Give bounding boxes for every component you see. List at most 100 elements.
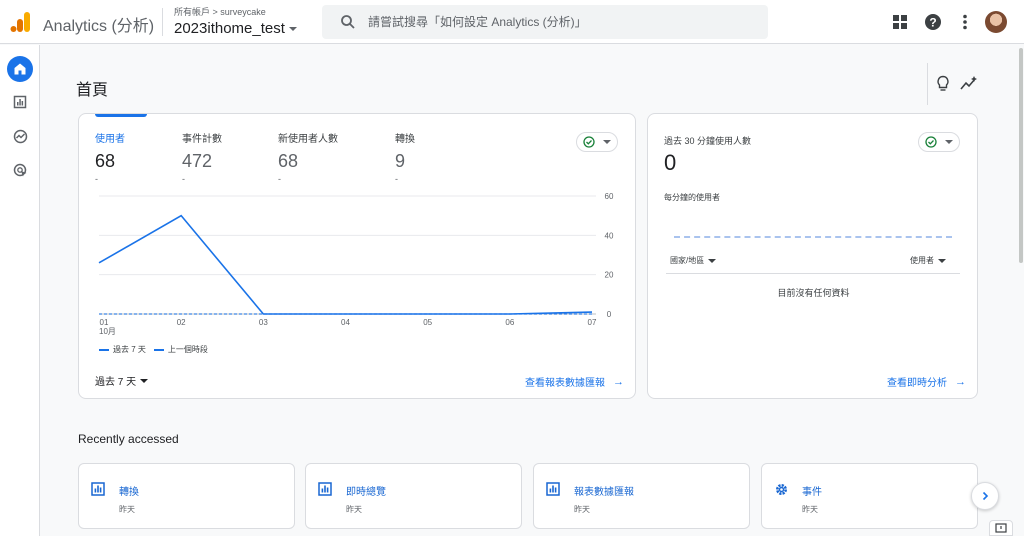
metric-delta: -	[95, 174, 98, 184]
page-title: 首頁	[76, 82, 109, 99]
metric-users[interactable]: 使用者 68 -	[95, 130, 125, 184]
y-tick-label: 60	[605, 192, 614, 201]
realtime-value: 0	[664, 150, 677, 175]
feedback-icon	[995, 523, 1007, 533]
lightbulb-icon[interactable]	[935, 75, 951, 93]
metric-value: 68	[95, 151, 116, 171]
report-icon	[318, 482, 332, 496]
link-label: 查看報表數據匯報	[525, 378, 605, 389]
metric-value: 68	[278, 151, 299, 171]
y-tick-label: 0	[607, 310, 612, 319]
x-tick-label: 02	[177, 318, 186, 327]
chart-legend: 過去 7 天 上一個時段	[99, 344, 208, 355]
empty-state-text: 目前沒有任何資料	[777, 288, 850, 298]
data-quality-button[interactable]	[576, 132, 618, 152]
metric-label: 使用者	[95, 134, 125, 145]
overview-card: 使用者 68 - 事件計數 472 - 新使用者人數 68 - 轉換 9 - 0…	[78, 113, 636, 399]
metric-label: 轉換	[395, 134, 415, 145]
carousel-next-button[interactable]	[971, 482, 999, 510]
chevron-down-icon	[945, 140, 953, 144]
svg-text:?: ?	[929, 16, 936, 30]
legend-label-previous: 上一個時段	[167, 345, 208, 354]
recent-item-conversions[interactable]: 轉換 昨天	[78, 463, 295, 529]
column-label: 國家/地區	[670, 256, 705, 265]
gear-icon	[776, 484, 787, 495]
app-title: Analytics (分析)	[43, 18, 155, 35]
chevron-down-icon	[288, 26, 297, 31]
recent-item-label: 報表數據匯報	[574, 487, 634, 498]
scrollbar[interactable]	[1019, 48, 1023, 263]
x-tick-label: 01	[100, 318, 109, 327]
selected-tab-indicator	[95, 114, 147, 117]
recent-item-realtime[interactable]: 即時總覽 昨天	[305, 463, 522, 529]
arrow-right-icon: →	[613, 375, 624, 388]
recent-item-time: 昨天	[346, 505, 362, 514]
recent-item-label: 事件	[802, 487, 822, 498]
chevron-down-icon	[603, 140, 611, 144]
x-tick-label: 04	[341, 318, 350, 327]
column-label: 使用者	[910, 256, 934, 265]
metric-event-count[interactable]: 事件計數 472 -	[182, 130, 222, 184]
help-icon[interactable]: ?	[923, 12, 943, 32]
check-circle-icon	[925, 136, 937, 148]
top-bar: Analytics (分析) 所有帳戶 > surveycake 2023ith…	[0, 0, 1024, 44]
avatar[interactable]	[985, 11, 1007, 33]
view-reports-link[interactable]: 查看報表數據匯報 →	[525, 374, 624, 390]
data-quality-button[interactable]	[918, 132, 960, 152]
report-icon	[91, 482, 105, 496]
users-column-header[interactable]: 使用者	[910, 255, 946, 266]
x-tick-label: 05	[423, 318, 432, 327]
date-range-label: 過去 7 天	[95, 377, 137, 388]
country-column-header[interactable]: 國家/地區	[670, 255, 717, 266]
legend-label-current: 過去 7 天	[113, 345, 146, 354]
home-icon	[14, 63, 26, 75]
report-icon	[546, 482, 560, 496]
x-axis-month-label: 10月	[99, 327, 116, 336]
metric-conversions[interactable]: 轉換 9 -	[395, 130, 415, 184]
more-vert-icon[interactable]	[955, 12, 975, 32]
left-nav	[0, 45, 40, 536]
recent-item-time: 昨天	[802, 505, 818, 514]
x-tick-label: 03	[259, 318, 268, 327]
feedback-button[interactable]	[989, 520, 1013, 536]
recent-item-label: 轉換	[119, 487, 139, 498]
search-bar[interactable]	[322, 5, 768, 39]
metric-label: 新使用者人數	[278, 134, 338, 145]
recent-item-reports-snapshot[interactable]: 報表數據匯報 昨天	[533, 463, 750, 529]
nav-home[interactable]	[7, 56, 33, 82]
check-circle-icon	[583, 136, 595, 148]
date-range-dropdown[interactable]: 過去 7 天	[95, 373, 149, 388]
y-tick-label: 20	[605, 271, 614, 280]
nav-advertising[interactable]	[7, 157, 33, 183]
divider	[162, 8, 163, 36]
chevron-down-icon	[708, 258, 717, 263]
chevron-down-icon	[938, 258, 946, 263]
account-selector[interactable]: 所有帳戶 > surveycake 2023ithome_test	[174, 5, 297, 37]
divider	[666, 273, 960, 274]
metric-label: 事件計數	[182, 134, 222, 145]
series-line-current	[98, 214, 593, 315]
realtime-table-header: 國家/地區 使用者	[670, 255, 946, 266]
recently-accessed-title: Recently accessed	[78, 432, 179, 446]
analytics-logo-icon[interactable]	[10, 11, 32, 33]
apps-grid-icon[interactable]	[890, 12, 910, 32]
recent-item-events[interactable]: 事件 昨天	[761, 463, 978, 529]
recent-item-time: 昨天	[119, 505, 135, 514]
x-tick-label: 06	[505, 318, 514, 327]
account-breadcrumb: 所有帳戶 > surveycake	[174, 7, 266, 17]
nav-reports[interactable]	[7, 89, 33, 115]
insights-icon[interactable]	[960, 76, 978, 92]
recent-item-time: 昨天	[574, 505, 590, 514]
property-picker[interactable]: 2023ithome_test	[174, 20, 297, 37]
bar-chart-icon	[13, 95, 27, 109]
realtime-title: 過去 30 分鐘使用人數	[664, 136, 752, 146]
metric-delta: -	[182, 174, 185, 184]
link-label: 查看即時分析	[887, 378, 947, 389]
metric-new-users[interactable]: 新使用者人數 68 -	[278, 130, 338, 184]
metric-delta: -	[395, 174, 398, 184]
search-input[interactable]	[368, 12, 748, 32]
search-icon	[341, 15, 355, 29]
view-realtime-link[interactable]: 查看即時分析 →	[887, 374, 966, 390]
nav-explore[interactable]	[7, 123, 33, 149]
chevron-down-icon	[140, 378, 149, 383]
